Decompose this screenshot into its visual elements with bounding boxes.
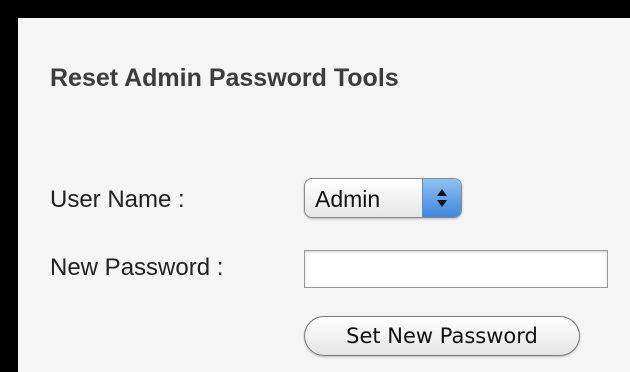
user-name-select-value: Admin	[315, 186, 381, 212]
new-password-field[interactable]	[304, 250, 608, 288]
new-password-label: New Password :	[50, 254, 224, 281]
user-name-label: User Name :	[50, 186, 185, 213]
user-name-select[interactable]: Admin	[304, 178, 462, 218]
arrow-up-icon	[437, 189, 447, 196]
page-title: Reset Admin Password Tools	[50, 64, 399, 92]
up-down-arrows-icon	[422, 179, 461, 217]
set-new-password-button[interactable]: Set New Password	[304, 316, 580, 356]
arrow-down-icon	[437, 200, 447, 207]
reset-password-panel: Reset Admin Password Tools User Name : A…	[18, 18, 630, 372]
